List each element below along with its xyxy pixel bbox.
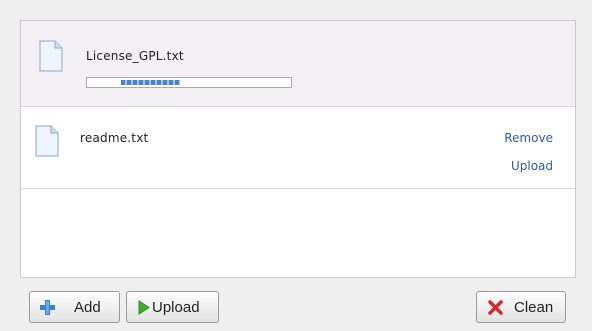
upload-file-link[interactable]: Upload — [511, 159, 553, 173]
upload-all-button[interactable]: Upload — [126, 291, 219, 323]
upload-progress-bar — [86, 77, 292, 88]
upload-button-label: Upload — [152, 299, 200, 316]
add-button[interactable]: Add — [29, 291, 120, 323]
clean-button[interactable]: Clean — [476, 291, 566, 323]
red-x-icon — [488, 300, 503, 315]
upload-progress-fill — [121, 80, 180, 85]
document-icon — [35, 125, 59, 157]
file-row-uploading: License_GPL.txt — [21, 21, 575, 107]
file-row-queued: readme.txt Remove Upload — [21, 107, 575, 189]
file-list: License_GPL.txt readme.txt Remove Upload — [20, 20, 576, 278]
plus-icon — [40, 300, 55, 315]
play-arrow-icon — [138, 300, 150, 315]
remove-file-link[interactable]: Remove — [504, 131, 553, 145]
upload-widget: License_GPL.txt readme.txt Remove Upload… — [0, 0, 592, 331]
clean-button-label: Clean — [514, 299, 554, 316]
document-icon — [39, 40, 63, 72]
file-name: readme.txt — [80, 131, 149, 145]
file-name: License_GPL.txt — [86, 49, 184, 63]
add-button-label: Add — [74, 299, 101, 316]
